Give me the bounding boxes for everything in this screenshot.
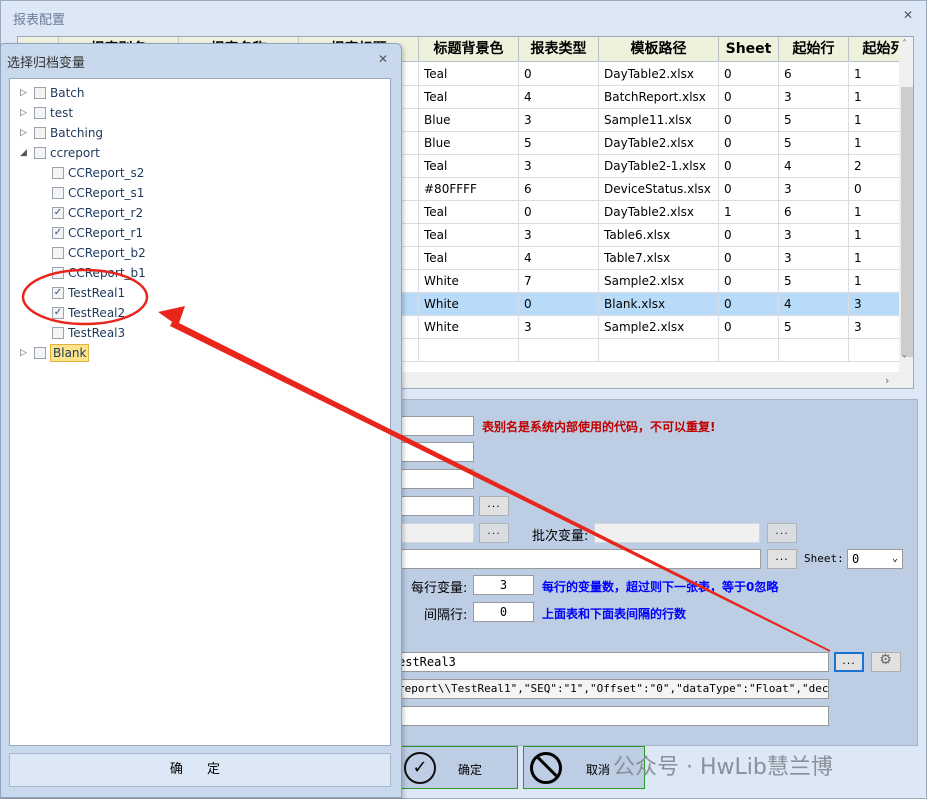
annotation-overlay xyxy=(21,268,830,652)
highlight-ellipse xyxy=(21,268,149,326)
annotation-arrow xyxy=(170,320,830,652)
